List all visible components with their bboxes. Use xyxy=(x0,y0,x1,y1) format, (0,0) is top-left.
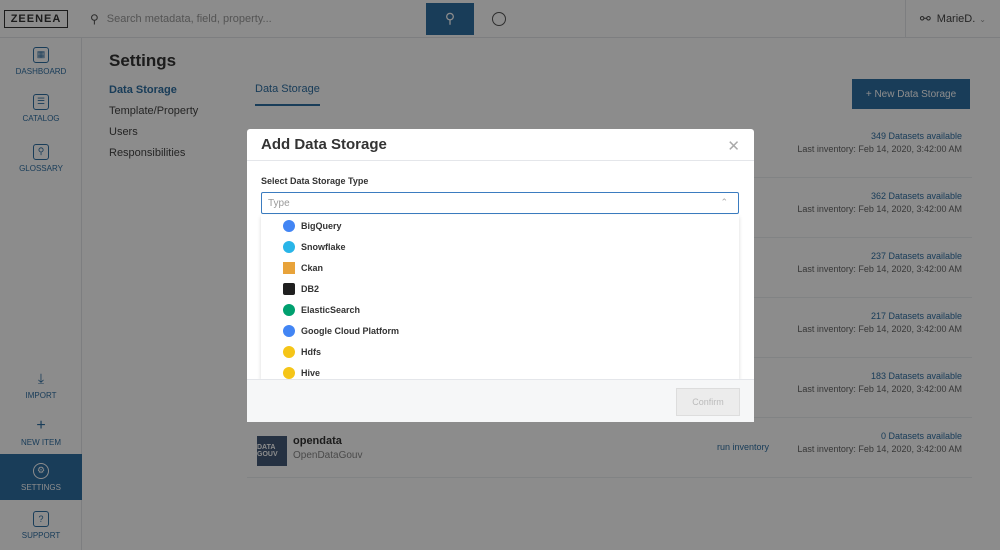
option-hive[interactable]: Hive xyxy=(261,362,739,379)
elasticsearch-icon xyxy=(283,303,295,316)
option-hdfs[interactable]: Hdfs xyxy=(261,341,739,362)
option-label: Snowflake xyxy=(301,241,346,252)
option-label: DB2 xyxy=(301,283,320,294)
option-label: Ckan xyxy=(301,262,324,273)
option-snowflake[interactable]: Snowflake xyxy=(261,236,739,257)
type-input[interactable]: Type ⌃ xyxy=(261,192,739,214)
option-bigquery[interactable]: BigQuery xyxy=(261,215,739,236)
option-google-cloud-platform[interactable]: Google Cloud Platform xyxy=(261,320,739,341)
modal-footer: Confirm xyxy=(247,379,754,422)
option-elasticsearch[interactable]: ElasticSearch xyxy=(261,299,739,320)
confirm-button[interactable]: Confirm xyxy=(676,388,740,416)
close-icon[interactable]: ✕ xyxy=(727,137,740,155)
bigquery-icon xyxy=(283,219,295,232)
modal-header: Add Data Storage ✕ xyxy=(247,129,754,161)
db2-icon xyxy=(283,282,295,295)
snowflake-icon xyxy=(283,240,295,253)
type-options-list[interactable]: BigQuery Snowflake Ckan DB2 ElasticSearc… xyxy=(261,215,739,379)
hive-icon xyxy=(283,366,295,379)
option-label: Google Cloud Platform xyxy=(301,325,399,336)
add-data-storage-modal: Add Data Storage ✕ Select Data Storage T… xyxy=(247,129,754,422)
google-cloud-icon xyxy=(283,324,295,337)
option-label: Hive xyxy=(301,367,321,378)
option-db2[interactable]: DB2 xyxy=(261,278,739,299)
option-ckan[interactable]: Ckan xyxy=(261,257,739,278)
chevron-up-icon[interactable]: ⌃ xyxy=(720,197,728,208)
select-type-label: Select Data Storage Type xyxy=(261,176,369,186)
option-label: ElasticSearch xyxy=(301,304,361,315)
option-label: BigQuery xyxy=(301,220,342,231)
option-label: Hdfs xyxy=(301,346,321,357)
type-input-placeholder: Type xyxy=(268,197,290,209)
ckan-icon xyxy=(283,261,295,274)
hdfs-icon xyxy=(283,345,295,358)
modal-title: Add Data Storage xyxy=(261,136,387,153)
